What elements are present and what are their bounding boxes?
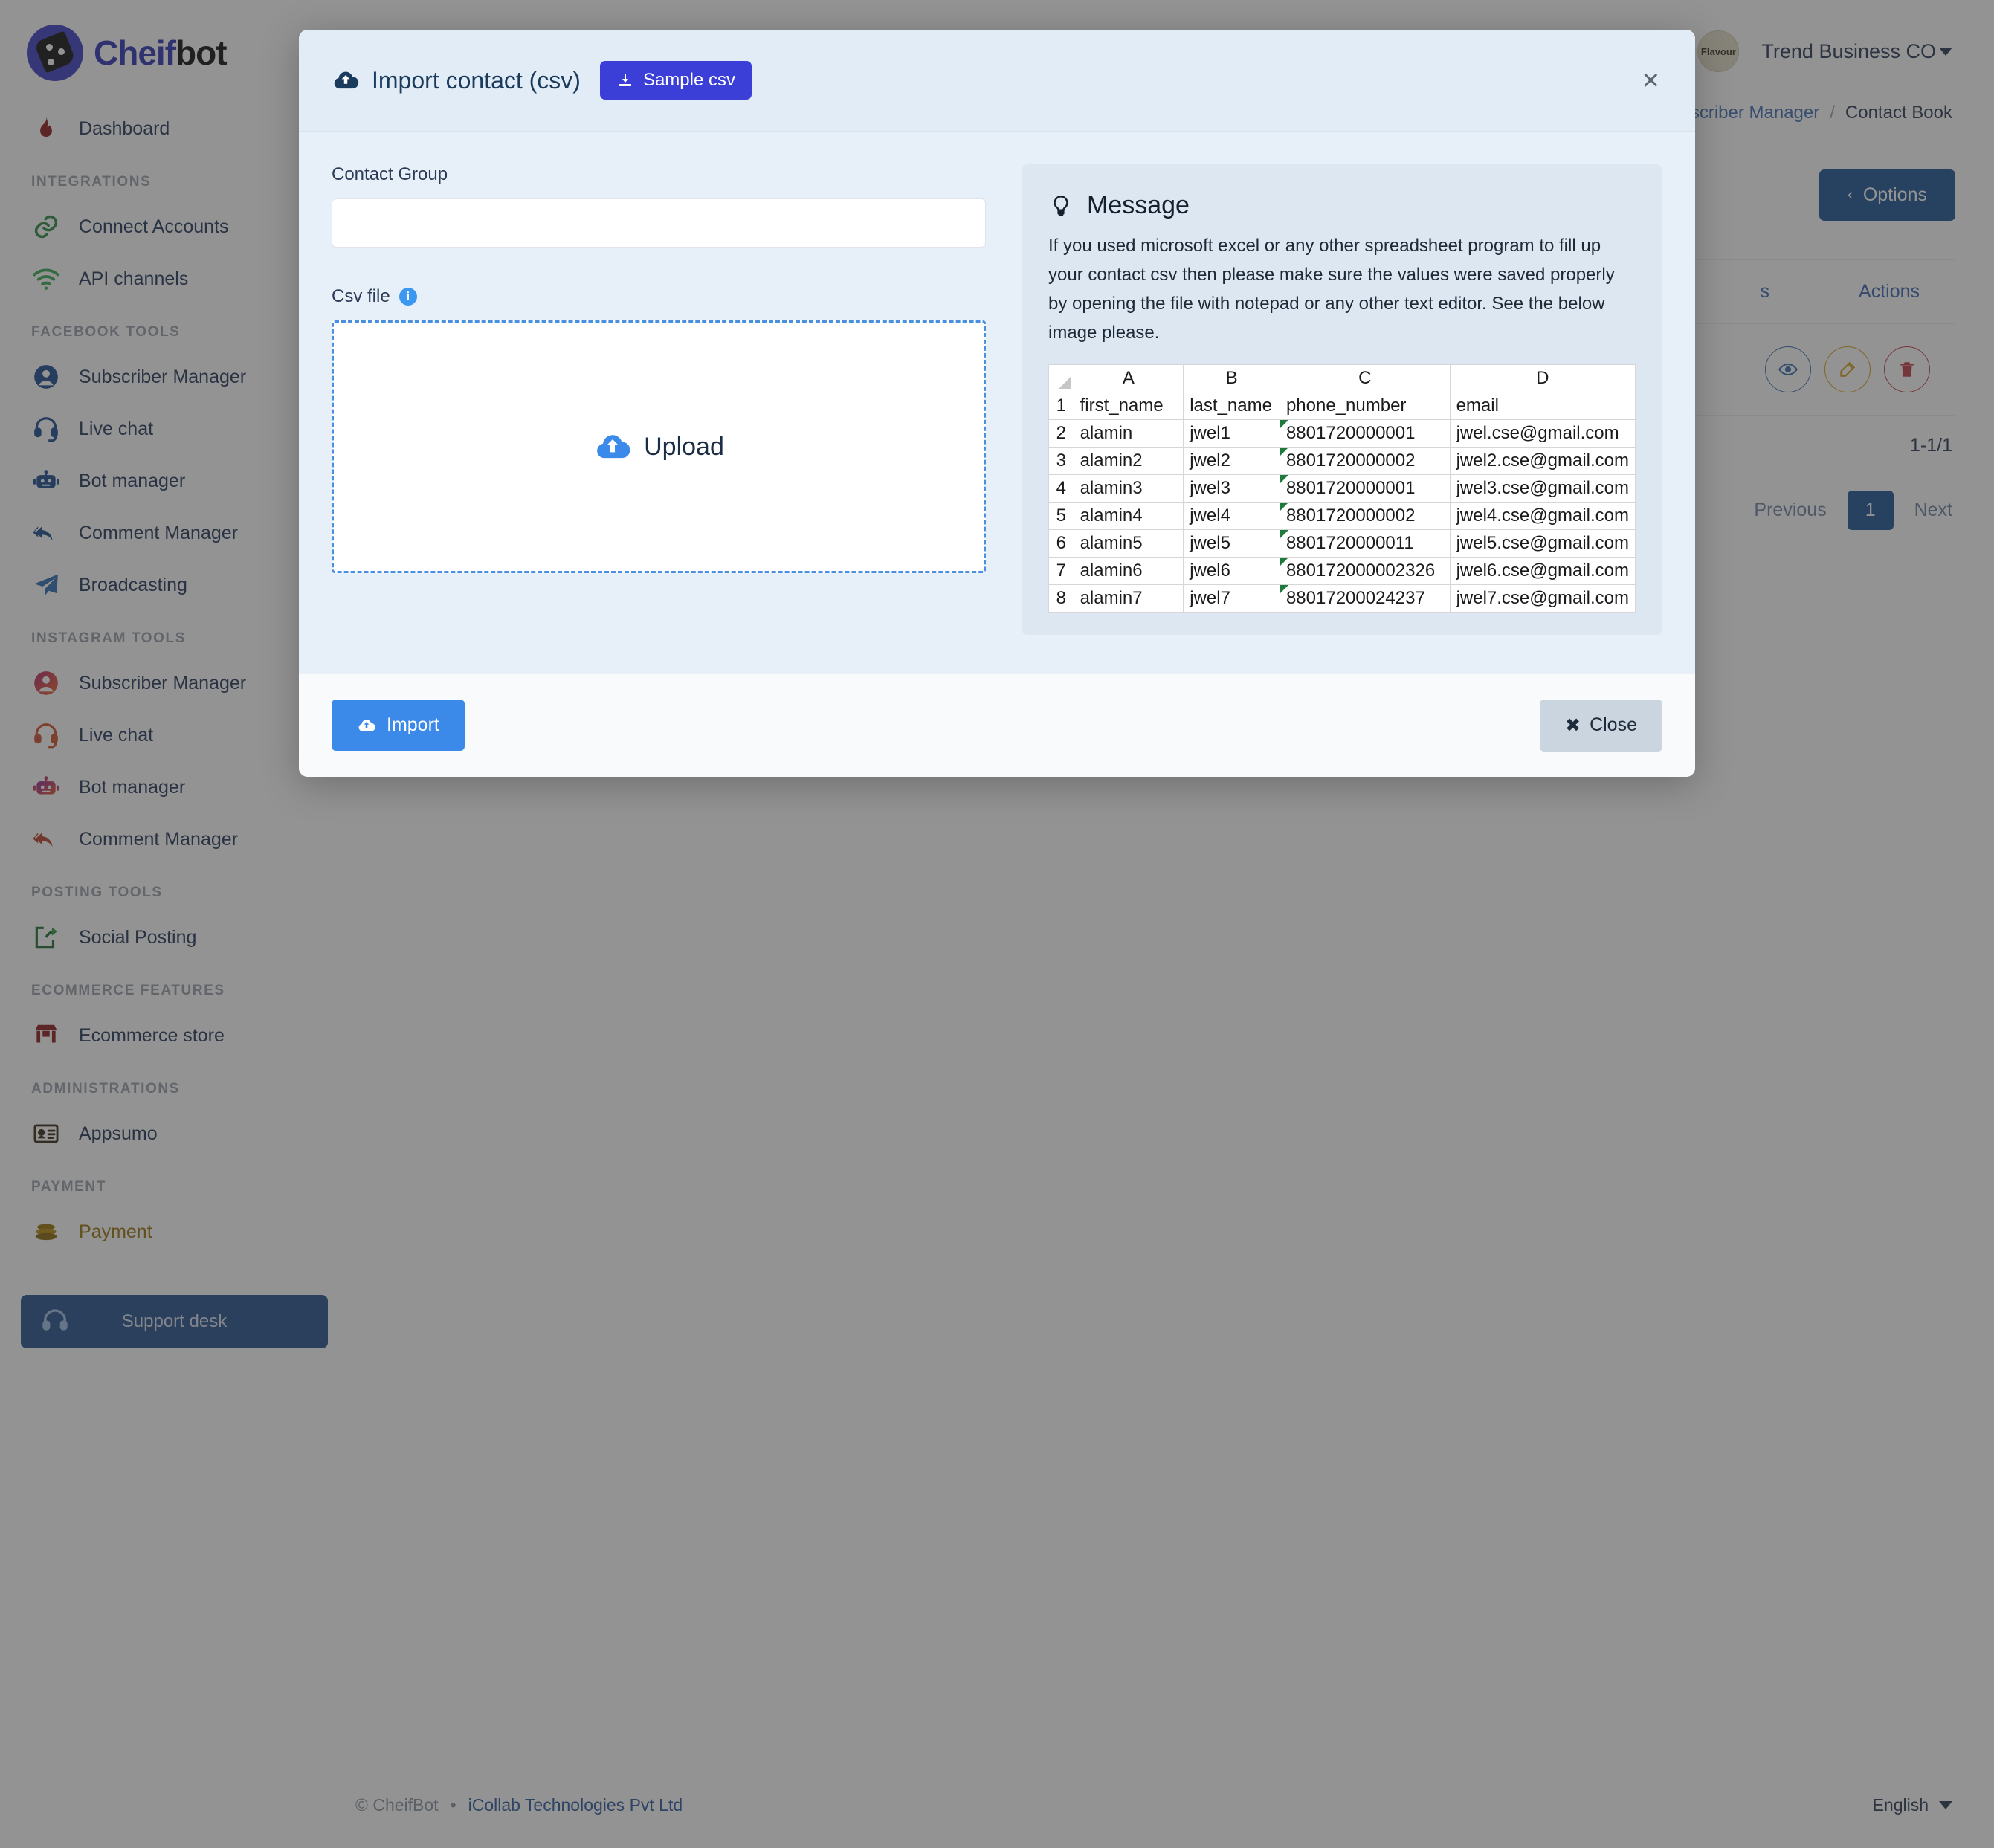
- cell-a6: alamin5: [1073, 529, 1184, 558]
- cell-c1: phone_number: [1279, 391, 1451, 420]
- spreadsheet-row: 6 alamin5 jwel5 8801720000011 jwel5.cse@…: [1048, 529, 1636, 558]
- col-letter-d: D: [1449, 364, 1636, 392]
- csv-file-label-group: Csv file i: [332, 286, 986, 307]
- cell-a7: alamin6: [1073, 556, 1184, 585]
- message-title-group: Message: [1048, 191, 1636, 220]
- cell-c4: 8801720000001: [1279, 474, 1451, 503]
- spreadsheet-row: 1 first_name last_name phone_number emai…: [1048, 391, 1636, 420]
- message-title: Message: [1087, 191, 1190, 219]
- cell-d1: email: [1449, 391, 1636, 420]
- row-number: 2: [1048, 419, 1074, 448]
- cell-d6: jwel5.cse@gmail.com: [1449, 529, 1636, 558]
- cloud-upload-icon: [358, 719, 375, 731]
- cell-c6: 8801720000011: [1279, 529, 1451, 558]
- cloud-upload-icon: [597, 435, 630, 459]
- spreadsheet-row: 8 alamin7 jwel7 88017200024237 jwel7.cse…: [1048, 584, 1636, 613]
- cell-b7: jwel6: [1183, 556, 1280, 585]
- message-body: If you used microsoft excel or any other…: [1048, 236, 1615, 343]
- cell-d8: jwel7.cse@gmail.com: [1449, 584, 1636, 613]
- spreadsheet-row: 3 alamin2 jwel2 8801720000002 jwel2.cse@…: [1048, 446, 1636, 475]
- col-letter-c: C: [1279, 364, 1451, 392]
- cell-a8: alamin7: [1073, 584, 1184, 613]
- row-number: 1: [1048, 391, 1074, 420]
- cell-d7: jwel6.cse@gmail.com: [1449, 556, 1636, 585]
- spreadsheet-corner-cell: [1048, 364, 1074, 392]
- cell-d3: jwel2.cse@gmail.com: [1449, 446, 1636, 475]
- modal-title-group: Import contact (csv): [332, 66, 581, 94]
- modal-title: Import contact (csv): [372, 66, 581, 94]
- cell-d4: jwel3.cse@gmail.com: [1449, 474, 1636, 503]
- spreadsheet-row: 7 alamin6 jwel6 880172000002326 jwel6.cs…: [1048, 556, 1636, 585]
- cell-a4: alamin3: [1073, 474, 1184, 503]
- spreadsheet-row: 5 alamin4 jwel4 8801720000002 jwel4.cse@…: [1048, 501, 1636, 530]
- modal-body: Contact Group Csv file i Upload Message …: [299, 132, 1695, 673]
- cell-a1: first_name: [1073, 391, 1184, 420]
- lightbulb-icon: [1054, 195, 1068, 216]
- cell-d5: jwel4.cse@gmail.com: [1449, 501, 1636, 530]
- cell-b8: jwel7: [1183, 584, 1280, 613]
- import-button[interactable]: Import: [332, 700, 465, 751]
- cell-b4: jwel3: [1183, 474, 1280, 503]
- row-number: 3: [1048, 446, 1074, 475]
- col-letter-b: B: [1183, 364, 1280, 392]
- upload-label: Upload: [644, 432, 724, 461]
- modal-header: Import contact (csv) Sample csv ×: [299, 30, 1695, 132]
- modal-footer: Import ✖ Close: [299, 673, 1695, 777]
- cell-b3: jwel2: [1183, 446, 1280, 475]
- col-letter-a: A: [1073, 364, 1184, 392]
- sample-csv-label: Sample csv: [642, 70, 735, 90]
- spreadsheet-table: A B C D 1 first_name last_name phone_num…: [1048, 364, 1636, 613]
- contact-group-input[interactable]: [332, 198, 986, 248]
- cell-c3: 8801720000002: [1279, 446, 1451, 475]
- csv-file-label: Csv file: [332, 286, 390, 306]
- import-button-label: Import: [387, 714, 439, 735]
- import-contact-modal: Import contact (csv) Sample csv × Contac…: [299, 30, 1695, 777]
- row-number: 5: [1048, 501, 1074, 530]
- modal-form-column: Contact Group Csv file i Upload: [332, 164, 986, 635]
- close-x-icon: ✖: [1565, 714, 1581, 736]
- close-icon[interactable]: ×: [1642, 65, 1659, 95]
- contact-group-label: Contact Group: [332, 164, 448, 184]
- cell-b1: last_name: [1183, 391, 1280, 420]
- download-icon: [619, 74, 631, 86]
- cell-a2: alamin: [1073, 419, 1184, 448]
- cloud-upload-icon: [334, 71, 359, 89]
- row-number: 8: [1048, 584, 1074, 613]
- close-button[interactable]: ✖ Close: [1540, 699, 1662, 752]
- row-number: 4: [1048, 474, 1074, 503]
- cell-d2: jwel.cse@gmail.com: [1449, 419, 1636, 448]
- spreadsheet-column-header-row: A B C D: [1048, 364, 1636, 392]
- cell-b6: jwel5: [1183, 529, 1280, 558]
- cell-c5: 8801720000002: [1279, 501, 1451, 530]
- cell-c7: 880172000002326: [1279, 556, 1451, 585]
- spreadsheet-row: 2 alamin jwel1 8801720000001 jwel.cse@gm…: [1048, 419, 1636, 448]
- cell-a5: alamin4: [1073, 501, 1184, 530]
- message-panel: Message If you used microsoft excel or a…: [1022, 164, 1662, 635]
- app-root: Cheifbot Dashboard INTEGRATIONS Connect …: [0, 0, 1994, 1848]
- spreadsheet-row: 4 alamin3 jwel3 8801720000001 jwel3.cse@…: [1048, 474, 1636, 503]
- sample-csv-button[interactable]: Sample csv: [599, 61, 752, 100]
- cell-a3: alamin2: [1073, 446, 1184, 475]
- cell-b2: jwel1: [1183, 419, 1280, 448]
- sample-spreadsheet-image: A B C D 1 first_name last_name phone_num…: [1048, 364, 1636, 613]
- close-button-label: Close: [1590, 714, 1637, 735]
- row-number: 7: [1048, 556, 1074, 585]
- cell-c2: 8801720000001: [1279, 419, 1451, 448]
- row-number: 6: [1048, 529, 1074, 558]
- cell-c8: 88017200024237: [1279, 584, 1451, 613]
- cell-b5: jwel4: [1183, 501, 1280, 530]
- info-icon[interactable]: i: [399, 288, 417, 306]
- csv-upload-dropzone[interactable]: Upload: [332, 320, 986, 573]
